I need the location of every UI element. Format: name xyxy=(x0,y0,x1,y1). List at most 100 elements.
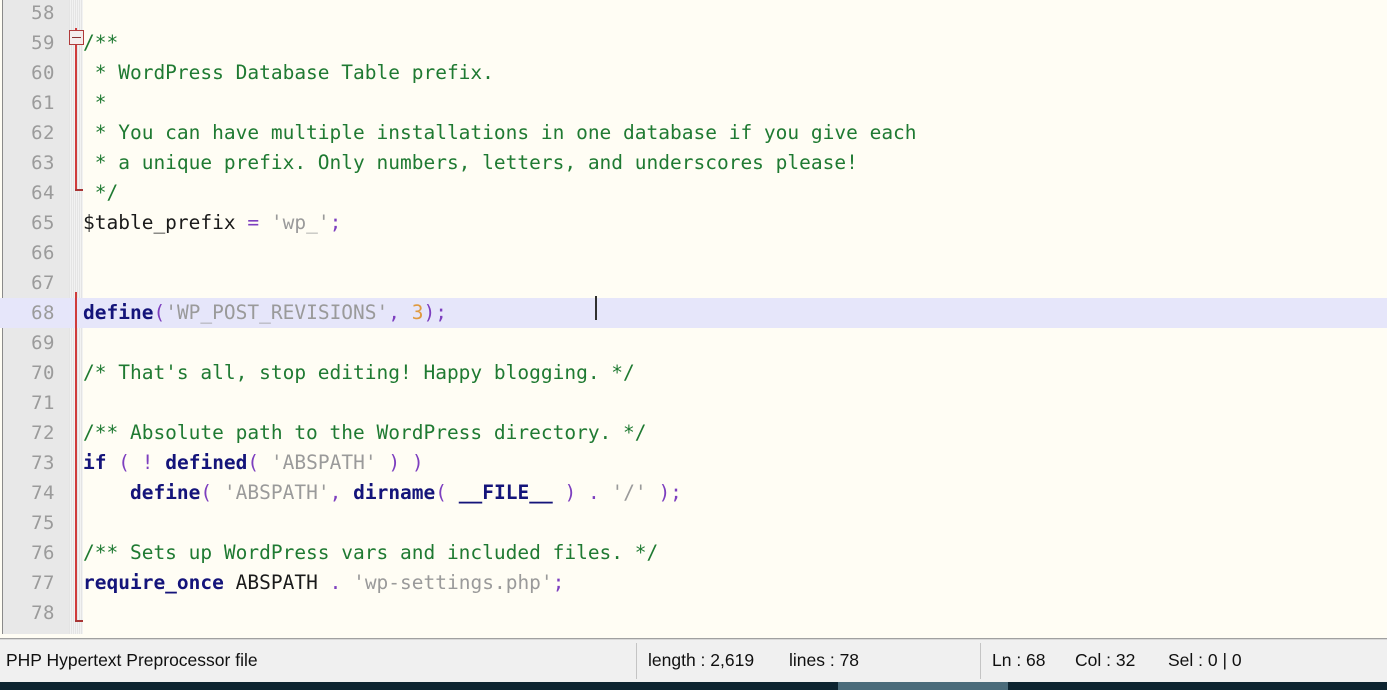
token-kw: if xyxy=(83,451,106,474)
token-pun: ( xyxy=(200,481,212,504)
code-text[interactable]: /* That's all, stop editing! Happy blogg… xyxy=(83,358,635,388)
code-line-65[interactable]: 65 $table_prefix = 'wp_'; xyxy=(0,208,1387,238)
code-text[interactable]: require_once ABSPATH . 'wp-settings.php'… xyxy=(83,568,564,598)
fold-collapse-icon[interactable] xyxy=(69,30,84,45)
code-editor[interactable]: 5859 /** 60 * WordPress Database Table pre… xyxy=(0,0,1387,638)
status-col: Col : 32 xyxy=(1075,639,1135,682)
token-id xyxy=(400,451,412,474)
status-lines: lines : 78 xyxy=(789,639,859,682)
code-text[interactable]: * xyxy=(83,88,106,118)
token-id xyxy=(259,451,271,474)
token-id xyxy=(318,571,330,594)
status-ln: Ln : 68 xyxy=(992,639,1046,682)
status-separator-2 xyxy=(980,643,981,679)
token-var: $table_prefix xyxy=(83,211,236,234)
code-line-74[interactable]: 74 define( 'ABSPATH', dirname( __FILE__ … xyxy=(0,478,1387,508)
token-cmt: /** xyxy=(83,31,118,54)
code-line-76[interactable]: 76 /** Sets up WordPress vars and include… xyxy=(0,538,1387,568)
token-id xyxy=(447,481,459,504)
line-number: 59 xyxy=(0,28,55,58)
code-text[interactable]: $table_prefix = 'wp_'; xyxy=(83,208,341,238)
token-pun: = xyxy=(247,211,259,234)
code-text[interactable]: define( 'ABSPATH', dirname( __FILE__ ) .… xyxy=(83,478,682,508)
token-pun: , xyxy=(330,481,342,504)
code-text[interactable]: * You can have multiple installations in… xyxy=(83,118,917,148)
code-line-71[interactable]: 71 xyxy=(0,388,1387,418)
code-line-64[interactable]: 64 */ xyxy=(0,178,1387,208)
line-number: 64 xyxy=(0,178,55,208)
token-id xyxy=(83,481,130,504)
token-id xyxy=(553,481,565,504)
token-str: 'WP_POST_REVISIONS' xyxy=(165,301,388,324)
token-pun: ( xyxy=(247,451,259,474)
taskbar-active-window-item[interactable] xyxy=(838,682,1008,690)
code-line-61[interactable]: 61 * xyxy=(0,88,1387,118)
os-taskbar[interactable] xyxy=(0,682,1387,690)
code-text[interactable]: */ xyxy=(83,178,118,208)
code-line-70[interactable]: 70 /* That's all, stop editing! Happy blo… xyxy=(0,358,1387,388)
code-text[interactable]: /** xyxy=(83,28,118,58)
code-line-68[interactable]: 68 define('WP_POST_REVISIONS', 3); xyxy=(0,298,1387,328)
token-pun: , xyxy=(388,301,400,324)
line-number: 78 xyxy=(0,598,55,628)
code-line-69[interactable]: 69 xyxy=(0,328,1387,358)
line-number: 60 xyxy=(0,58,55,88)
line-number: 74 xyxy=(0,478,55,508)
line-number: 67 xyxy=(0,268,55,298)
code-line-73[interactable]: 73 if ( ! defined( 'ABSPATH' ) ) xyxy=(0,448,1387,478)
code-line-67[interactable]: 67 xyxy=(0,268,1387,298)
token-cmt: * xyxy=(83,91,106,114)
code-line-77[interactable]: 77require_once ABSPATH . 'wp-settings.ph… xyxy=(0,568,1387,598)
line-number: 61 xyxy=(0,88,55,118)
code-text[interactable]: define('WP_POST_REVISIONS', 3); xyxy=(83,298,447,328)
fold-line-comment-block xyxy=(75,28,77,190)
code-text[interactable]: * WordPress Database Table prefix. xyxy=(83,58,494,88)
code-line-63[interactable]: 63 * a unique prefix. Only numbers, lett… xyxy=(0,148,1387,178)
token-id xyxy=(106,451,118,474)
token-id xyxy=(259,211,271,234)
token-kw: define xyxy=(130,481,200,504)
token-pun: ); xyxy=(658,481,681,504)
code-line-59[interactable]: 59 /** xyxy=(0,28,1387,58)
notepadpp-window: 5859 /** 60 * WordPress Database Table pre… xyxy=(0,0,1387,690)
token-kw: require_once xyxy=(83,571,224,594)
status-length: length : 2,619 xyxy=(648,639,754,682)
token-kw: defined xyxy=(165,451,247,474)
code-line-78[interactable]: 78 xyxy=(0,598,1387,628)
fold-tail-comment-block xyxy=(75,189,83,191)
token-cmt: * WordPress Database Table prefix. xyxy=(83,61,494,84)
token-id xyxy=(341,481,353,504)
line-number: 62 xyxy=(0,118,55,148)
fold-line-body xyxy=(75,292,77,622)
line-number: 66 xyxy=(0,238,55,268)
code-text[interactable]: /** Sets up WordPress vars and included … xyxy=(83,538,658,568)
token-pun: ) xyxy=(564,481,576,504)
code-line-75[interactable]: 75 xyxy=(0,508,1387,538)
code-line-66[interactable]: 66 xyxy=(0,238,1387,268)
code-line-62[interactable]: 62 * You can have multiple installations… xyxy=(0,118,1387,148)
token-cmt: * You can have multiple installations in… xyxy=(83,121,917,144)
token-str: '/' xyxy=(611,481,646,504)
token-str: 'ABSPATH' xyxy=(271,451,377,474)
token-pun: ( xyxy=(118,451,130,474)
line-number: 70 xyxy=(0,358,55,388)
line-number: 75 xyxy=(0,508,55,538)
line-number: 76 xyxy=(0,538,55,568)
token-kw: dirname xyxy=(353,481,435,504)
code-line-58[interactable]: 58 xyxy=(0,0,1387,28)
code-text[interactable]: * a unique prefix. Only numbers, letters… xyxy=(83,148,858,178)
line-number: 72 xyxy=(0,418,55,448)
token-str: 'ABSPATH' xyxy=(224,481,330,504)
code-line-60[interactable]: 60 * WordPress Database Table prefix. xyxy=(0,58,1387,88)
line-number: 73 xyxy=(0,448,55,478)
token-cmt: /** Absolute path to the WordPress direc… xyxy=(83,421,647,444)
line-number: 68 xyxy=(0,298,55,328)
code-text[interactable]: if ( ! defined( 'ABSPATH' ) ) xyxy=(83,448,424,478)
token-id xyxy=(576,481,588,504)
status-file-type: PHP Hypertext Preprocessor file xyxy=(6,639,258,682)
token-pun: ! xyxy=(142,451,154,474)
code-text[interactable]: /** Absolute path to the WordPress direc… xyxy=(83,418,647,448)
line-number: 65 xyxy=(0,208,55,238)
code-line-72[interactable]: 72 /** Absolute path to the WordPress dir… xyxy=(0,418,1387,448)
token-pun: ; xyxy=(330,211,342,234)
